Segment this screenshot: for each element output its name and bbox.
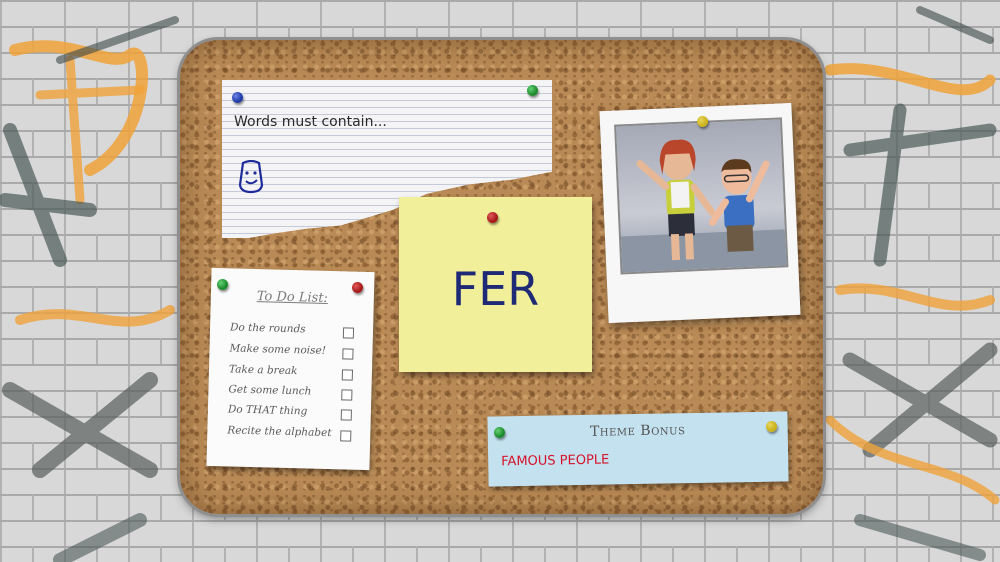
todo-item: Take a break <box>229 363 359 382</box>
todo-checkbox[interactable] <box>342 348 354 360</box>
yellow-pin <box>697 116 708 127</box>
avatars-image <box>620 139 787 273</box>
green-pin <box>494 427 505 438</box>
yellow-pin <box>766 421 777 432</box>
green-pin <box>217 279 228 290</box>
theme-bonus-card: Theme Bonus FAMOUS PEOPLE <box>487 411 789 487</box>
todo-checkbox[interactable] <box>342 327 355 339</box>
red-pin <box>487 212 498 223</box>
required-letters: FER <box>451 262 540 316</box>
avatar-photo <box>614 117 789 275</box>
todo-checkbox[interactable] <box>340 409 352 421</box>
todo-item-label: Make some noise! <box>229 342 327 357</box>
todo-item-label: Do the rounds <box>229 321 306 336</box>
todo-checkbox[interactable] <box>341 389 353 401</box>
todo-item-label: Get some lunch <box>228 383 312 398</box>
theme-bonus-value: FAMOUS PEOPLE <box>501 452 610 470</box>
theme-bonus-title: Theme Bonus <box>589 422 686 440</box>
todo-checkbox[interactable] <box>341 369 354 381</box>
green-pin <box>527 85 538 96</box>
todo-checkbox[interactable] <box>340 430 352 442</box>
todo-item: Do THAT thing <box>228 403 358 422</box>
blue-pin <box>232 92 243 103</box>
todo-item: Do the rounds <box>230 321 360 340</box>
todo-list-title: To Do List: <box>256 289 329 306</box>
todo-item: Make some noise! <box>229 342 359 361</box>
todo-item-label: Do THAT thing <box>227 403 308 418</box>
red-pin <box>352 282 363 293</box>
todo-list-note: To Do List: Do the rounds Make some nois… <box>206 267 375 471</box>
avatar-polaroid <box>599 102 801 324</box>
todo-item: Get some lunch <box>228 383 358 402</box>
todo-item-label: Take a break <box>228 363 298 378</box>
todo-item-label: Recite the alphabet <box>227 424 332 440</box>
word-clue-text: Words must contain... <box>234 114 387 130</box>
todo-item: Recite the alphabet <box>227 424 357 443</box>
smiley-face-icon <box>238 160 264 194</box>
